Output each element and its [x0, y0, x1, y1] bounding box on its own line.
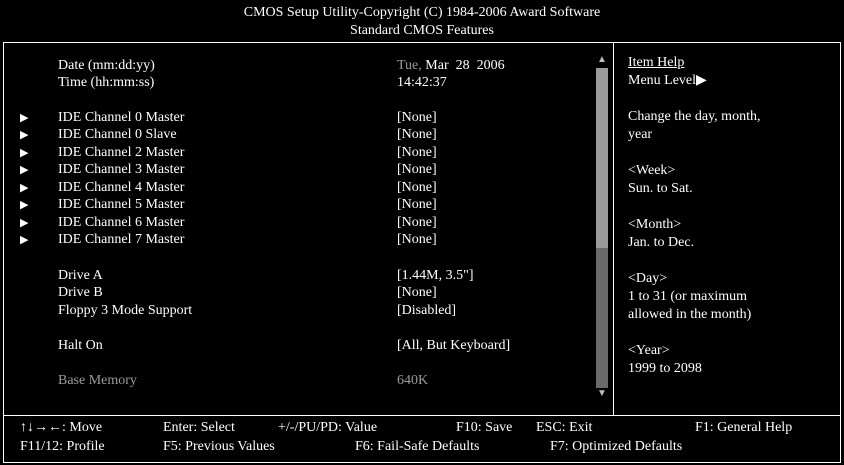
scroll-up-icon[interactable]: ▲ [596, 54, 608, 68]
help-line: year [628, 127, 653, 142]
help-line: Jan. to Dec. [628, 235, 695, 250]
key-f5: F5: Previous Values [163, 439, 275, 454]
key-value: +/-/PU/PD: Value [278, 420, 378, 435]
setting-row-base-memory: Base Memory 640K [20, 372, 610, 390]
divider-horizontal [3, 415, 840, 416]
setting-label: Date (mm:dd:yy) [58, 58, 155, 73]
submenu-arrow-icon: ▶ [20, 112, 29, 124]
setting-value[interactable]: [None] [397, 126, 437, 144]
setting-row-date[interactable]: Date (mm:dd:yy) Tue, Mar 28 2006 [20, 57, 610, 75]
setting-label: Drive A [58, 268, 103, 283]
setting-value[interactable]: [None] [397, 284, 437, 302]
setting-label: IDE Channel 0 Slave [58, 127, 177, 142]
setting-row-ide2-master[interactable]: ▶ IDE Channel 2 Master [None] [20, 144, 610, 162]
submenu-arrow-icon: ▶ [20, 217, 29, 229]
setting-row-ide4-master[interactable]: ▶ IDE Channel 4 Master [None] [20, 179, 610, 197]
setting-row-time[interactable]: Time (hh:mm:ss) 14:42:37 [20, 74, 610, 92]
footer-row-1: ↑↓→←: Move Enter: Select +/-/PU/PD: Valu… [20, 419, 820, 437]
setting-row-ide7-master[interactable]: ▶ IDE Channel 7 Master [None] [20, 231, 610, 249]
bios-screen: CMOS Setup Utility-Copyright (C) 1984-20… [0, 0, 844, 465]
scrollbar-thumb[interactable] [596, 68, 608, 248]
help-title: Item Help [628, 55, 685, 70]
setting-label: Halt On [58, 338, 103, 353]
setting-label: Time (hh:mm:ss) [58, 75, 155, 90]
setting-value[interactable]: [None] [397, 214, 437, 232]
setting-label: Floppy 3 Mode Support [58, 303, 193, 318]
help-line: <Month> [628, 217, 682, 232]
key-f10: F10: Save [456, 420, 513, 435]
setting-value[interactable]: [None] [397, 179, 437, 197]
setting-row-ide0-slave[interactable]: ▶ IDE Channel 0 Slave [None] [20, 126, 610, 144]
setting-label: IDE Channel 7 Master [58, 232, 185, 247]
setting-value[interactable]: 14:42:37 [397, 74, 447, 92]
setting-value[interactable]: [None] [397, 196, 437, 214]
setting-row-ide5-master[interactable]: ▶ IDE Channel 5 Master [None] [20, 196, 610, 214]
setting-label: IDE Channel 0 Master [58, 110, 185, 125]
setting-value[interactable]: Tue, Mar 28 2006 [397, 57, 505, 75]
submenu-arrow-icon: ▶ [20, 164, 29, 176]
footer-row-2: F11/12: Profile F5: Previous Values F6: … [20, 438, 820, 456]
setting-row-drive-a[interactable]: Drive A [1.44M, 3.5"] [20, 267, 610, 285]
key-move: ↑↓→←: Move [20, 420, 103, 435]
setting-row-halt-on[interactable]: Halt On [All, But Keyboard] [20, 337, 610, 355]
divider-vertical [613, 43, 614, 415]
setting-label: IDE Channel 3 Master [58, 162, 185, 177]
key-f1: F1: General Help [695, 420, 793, 435]
key-esc: ESC: Exit [536, 420, 593, 435]
setting-value[interactable]: [None] [397, 144, 437, 162]
setting-value[interactable]: [None] [397, 231, 437, 249]
setting-row-floppy-3-mode[interactable]: Floppy 3 Mode Support [Disabled] [20, 302, 610, 320]
setting-value: 640K [397, 373, 429, 388]
key-help-footer: ↑↓→←: Move Enter: Select +/-/PU/PD: Valu… [20, 419, 820, 457]
scrollbar[interactable]: ▲ ▼ [596, 54, 608, 402]
help-line: Change the day, month, [628, 109, 761, 124]
setting-label: Base Memory [58, 373, 137, 388]
key-f7: F7: Optimized Defaults [550, 439, 683, 454]
submenu-arrow-icon: ▶ [20, 129, 29, 141]
setting-value[interactable]: [1.44M, 3.5"] [397, 267, 474, 285]
help-line: allowed in the month) [628, 307, 752, 322]
setting-label: IDE Channel 4 Master [58, 180, 185, 195]
submenu-arrow-icon: ▶ [20, 234, 29, 246]
date-rest: Mar 28 2006 [425, 58, 505, 73]
help-line: 1999 to 2098 [628, 361, 702, 376]
help-line: 1 to 31 (or maximum [628, 289, 747, 304]
submenu-arrow-icon: ▶ [20, 199, 29, 211]
setting-row-ide0-master[interactable]: ▶ IDE Channel 0 Master [None] [20, 109, 610, 127]
help-menu-level: Menu Level▶ [628, 73, 707, 88]
help-line: <Week> [628, 163, 676, 178]
key-f11: F11/12: Profile [20, 439, 105, 454]
setting-label: Drive B [58, 285, 103, 300]
setting-label: IDE Channel 5 Master [58, 197, 185, 212]
header-title: CMOS Setup Utility-Copyright (C) 1984-20… [243, 5, 601, 20]
help-line: Sun. to Sat. [628, 181, 693, 196]
settings-panel: Date (mm:dd:yy) Tue, Mar 28 2006 Time (h… [20, 45, 610, 400]
setting-value[interactable]: [All, But Keyboard] [397, 337, 510, 355]
help-line: <Day> [628, 271, 668, 286]
submenu-arrow-icon: ▶ [20, 182, 29, 194]
setting-value[interactable]: [Disabled] [397, 302, 456, 320]
key-enter: Enter: Select [163, 420, 235, 435]
setting-label: IDE Channel 2 Master [58, 145, 185, 160]
submenu-arrow-icon: ▶ [20, 147, 29, 159]
help-line: <Year> [628, 343, 670, 358]
setting-row-ide3-master[interactable]: ▶ IDE Channel 3 Master [None] [20, 161, 610, 179]
setting-value[interactable]: [None] [397, 161, 437, 179]
key-f6: F6: Fail-Safe Defaults [355, 439, 480, 454]
header: CMOS Setup Utility-Copyright (C) 1984-20… [0, 4, 844, 40]
item-help-panel: Item Help Menu Level▶ Change the day, mo… [628, 54, 833, 378]
scroll-down-icon[interactable]: ▼ [596, 388, 608, 402]
header-subtitle: Standard CMOS Features [350, 23, 494, 38]
date-weekday: Tue, [397, 58, 422, 73]
setting-row-drive-b[interactable]: Drive B [None] [20, 284, 610, 302]
setting-value[interactable]: [None] [397, 109, 437, 127]
setting-row-ide6-master[interactable]: ▶ IDE Channel 6 Master [None] [20, 214, 610, 232]
setting-label: IDE Channel 6 Master [58, 215, 185, 230]
